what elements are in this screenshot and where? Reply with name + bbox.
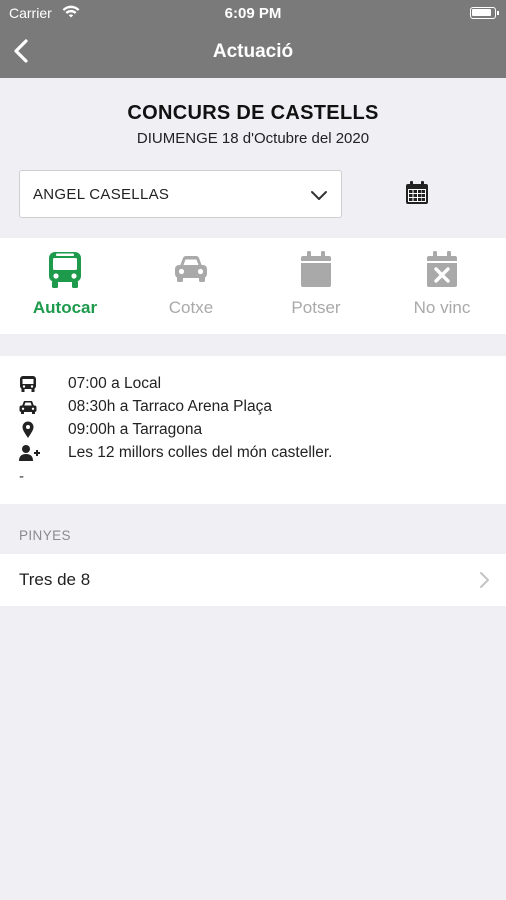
detail-row-bus: 07:00 a Local — [0, 372, 506, 395]
option-autocar[interactable]: Autocar — [2, 238, 128, 334]
pinyes-header: PINYES — [19, 528, 71, 543]
status-bar: Carrier 6:09 PM — [0, 0, 506, 28]
attendance-options: Autocar Cotxe Potser No vinc — [0, 238, 506, 334]
member-select-value: ANGEL CASELLAS — [33, 186, 170, 203]
pinya-label: Tres de 8 — [19, 570, 91, 589]
detail-row-info: Les 12 millors colles del món casteller. — [0, 441, 506, 464]
event-title: CONCURS DE CASTELLS — [127, 102, 379, 124]
option-autocar-label: Autocar — [32, 298, 98, 317]
detail-text: Les 12 millors colles del món casteller. — [68, 444, 333, 461]
bus-icon — [49, 252, 81, 288]
option-no-vinc-label: No vinc — [413, 298, 471, 317]
calendar-button-icon[interactable] — [404, 180, 430, 206]
detail-row-car: 08:30h a Tarraco Arena Plaça — [0, 395, 506, 418]
option-no-vinc[interactable]: No vinc — [379, 238, 505, 334]
calendar-icon — [301, 251, 331, 287]
navigation-bar: Carrier 6:09 PM Actuació — [0, 0, 506, 78]
event-date: DIUMENGE 18 d'Octubre del 2020 — [136, 130, 370, 147]
bus-icon — [20, 376, 36, 392]
detail-text: 08:30h a Tarraco Arena Plaça — [68, 398, 272, 415]
detail-row-location: 09:00h a Tarragona — [0, 418, 506, 441]
option-potser[interactable]: Potser — [253, 238, 379, 334]
option-cotxe-label: Cotxe — [168, 298, 214, 317]
chevron-down-icon — [311, 191, 327, 200]
car-icon — [175, 256, 207, 282]
user-plus-icon — [19, 445, 40, 461]
map-marker-icon — [22, 421, 34, 438]
detail-text: 07:00 a Local — [68, 375, 162, 392]
member-select[interactable]: ANGEL CASELLAS — [19, 170, 342, 218]
car-icon — [19, 401, 37, 414]
detail-text: 09:00h a Tarragona — [68, 421, 203, 438]
detail-extra: - — [19, 468, 24, 485]
status-time: 6:09 PM — [224, 5, 282, 22]
pinya-list-item[interactable]: Tres de 8 — [0, 554, 506, 606]
chevron-right-icon — [480, 572, 489, 588]
option-cotxe[interactable]: Cotxe — [128, 238, 254, 334]
calendar-x-icon — [427, 251, 457, 287]
event-details: 07:00 a Local 08:30h a Tarraco Arena Pla… — [0, 356, 506, 504]
battery-icon — [470, 7, 499, 19]
page-title: Actuació — [212, 41, 294, 62]
option-potser-label: Potser — [291, 298, 341, 317]
